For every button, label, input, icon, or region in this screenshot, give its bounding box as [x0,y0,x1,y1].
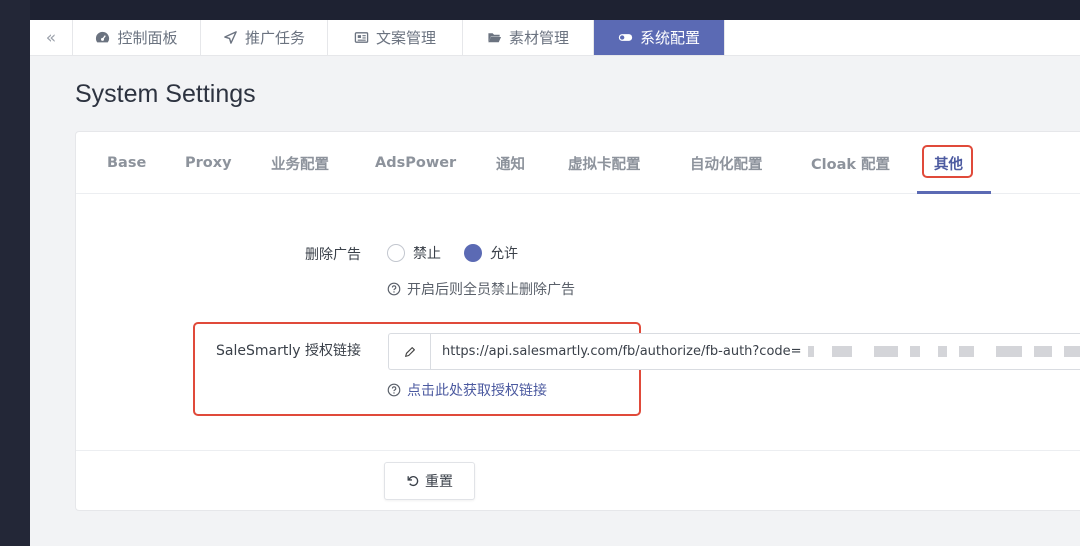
top-nav-tabs: « 控制面板 推广任务 文案管理 素材管理 系统配置 [30,20,1080,56]
nav-tab-asset-management[interactable]: 素材管理 [463,20,594,55]
form-divider [76,450,1080,451]
delete-ads-label: 删除广告 [305,247,361,263]
help-link-text[interactable]: 点击此处获取授权链接 [407,380,547,400]
settings-card: Base Proxy 业务配置 AdsPower 通知 虚拟卡配置 自动化配置 … [75,131,1080,511]
pencil-icon [404,346,415,357]
redacted-block [958,346,975,357]
salesmartly-url-input[interactable]: https://api.salesmartly.com/fb/authorize… [431,334,1080,369]
redacted-block [832,346,852,357]
redacted-block [909,346,921,357]
nav-tab-copy-management[interactable]: 文案管理 [328,20,463,55]
tab-proxy[interactable]: Proxy [185,132,232,194]
tab-cloak-config[interactable]: Cloak 配置 [811,132,890,194]
salesmartly-url-value: https://api.salesmartly.com/fb/authorize… [442,344,802,359]
get-auth-link[interactable]: 点击此处获取授权链接 [387,380,547,400]
app-main: « 控制面板 推广任务 文案管理 素材管理 系统配置 System Settin… [30,20,1080,546]
newspaper-icon [354,32,369,43]
redacted-block [938,346,947,357]
nav-tab-promotion-tasks[interactable]: 推广任务 [201,20,328,55]
question-circle-icon [387,282,401,296]
nav-tab-dashboard[interactable]: 控制面板 [73,20,201,55]
highlight-box-tab [922,145,973,178]
nav-tab-label: 文案管理 [375,29,436,47]
redacted-block [807,346,815,357]
nav-tab-label: 控制面板 [117,29,178,47]
tab-automation-config[interactable]: 自动化配置 [690,132,763,194]
redacted-block [996,346,1023,357]
page-title: System Settings [75,80,256,108]
active-tab-indicator [917,191,991,194]
help-text: 开启后则全员禁止删除广告 [407,282,575,298]
toggle-icon [618,34,633,41]
reset-label: 重置 [425,474,453,490]
edit-button[interactable] [389,334,431,369]
dashboard-icon [96,31,110,43]
radio-circle[interactable] [387,244,405,262]
redacted-block [1034,346,1052,357]
question-circle-icon [387,383,401,397]
radio-forbid[interactable]: 禁止 [387,243,441,263]
radio-allow[interactable]: 允许 [464,243,518,263]
salesmartly-url-input-group[interactable]: https://api.salesmartly.com/fb/authorize… [388,333,1080,370]
folder-open-icon [488,33,502,43]
delete-ads-help: 开启后则全员禁止删除广告 [387,279,575,299]
reset-button[interactable]: 重置 [384,462,475,500]
nav-tab-label: 系统配置 [639,29,700,47]
sidebar-collapsed [0,0,30,546]
nav-tab-system-config[interactable]: 系统配置 [594,20,725,55]
tab-base[interactable]: Base [107,132,146,194]
tab-business-config[interactable]: 业务配置 [271,132,329,194]
nav-tab-label: 素材管理 [508,29,569,47]
radio-label: 禁止 [413,246,441,262]
redacted-block [873,346,898,357]
tab-notification[interactable]: 通知 [496,132,525,194]
salesmartly-label: SaleSmartly 授权链接 [216,343,361,359]
radio-label: 允许 [490,246,518,262]
redacted-block [1063,346,1080,357]
tab-adspower[interactable]: AdsPower [375,132,456,194]
double-chevron-left-icon[interactable]: « [30,20,73,55]
nav-tab-label: 推广任务 [244,29,305,47]
radio-circle-checked[interactable] [464,244,482,262]
send-icon [224,31,237,44]
window-top-bar [0,0,1080,20]
tab-virtual-card-config[interactable]: 虚拟卡配置 [568,132,641,194]
rotate-left-icon [407,476,419,487]
